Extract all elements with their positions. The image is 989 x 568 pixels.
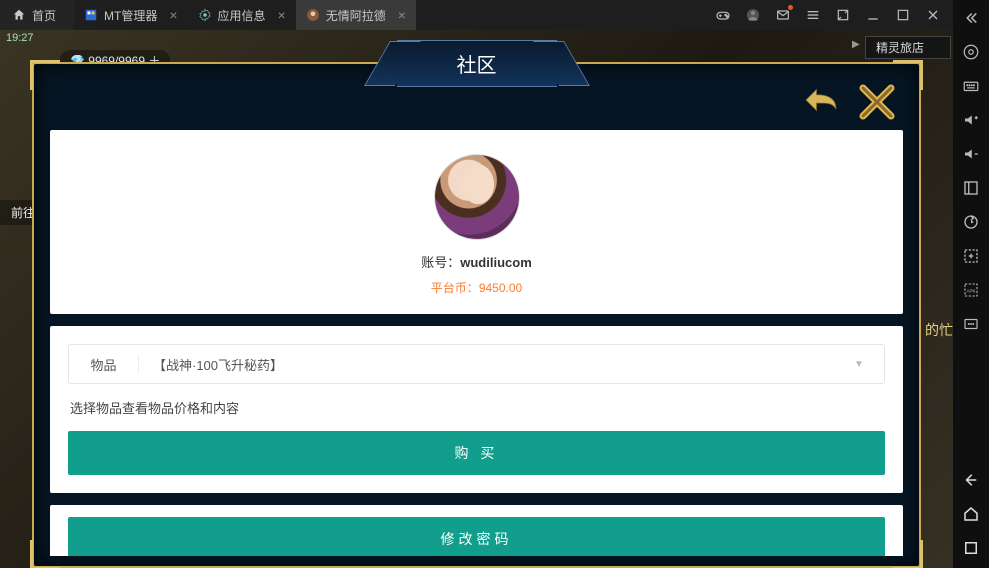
password-card: 修改密码 (50, 505, 903, 556)
hud-banner[interactable]: 精灵旅店 (865, 36, 951, 59)
purchase-card: 物品 【战神·100飞升秘药】 ▼ 选择物品查看物品价格和内容 购 买 (50, 326, 903, 493)
item-selector[interactable]: 物品 【战神·100飞升秘药】 ▼ (68, 344, 885, 384)
hud-time: 19:27 (6, 32, 34, 44)
keyboard-icon[interactable] (961, 76, 981, 96)
shrink-icon[interactable] (835, 7, 851, 23)
close-window-icon[interactable] (925, 7, 941, 23)
tab-home-label: 首页 (32, 7, 56, 24)
recent-icon[interactable] (961, 538, 981, 558)
gamepad-icon[interactable] (715, 7, 731, 23)
buy-button[interactable]: 购 买 (68, 431, 885, 475)
item-hint: 选择物品查看物品价格和内容 (68, 384, 885, 431)
emulator-side-rail: APK (953, 0, 989, 568)
rotate-icon[interactable] (961, 212, 981, 232)
game-icon (306, 8, 320, 22)
home-nav-icon[interactable] (961, 504, 981, 524)
coin-value: 9450.00 (479, 281, 522, 295)
change-password-button[interactable]: 修改密码 (68, 517, 885, 556)
coin-label: 平台币： (431, 281, 479, 295)
emulator-titlebar: 首页 MT管理器 × 应用信息 × (0, 0, 953, 30)
add-icon[interactable] (961, 246, 981, 266)
collapse-icon[interactable] (961, 8, 981, 28)
profile-card: 账号：wudiliucom 平台币：9450.00 (50, 130, 903, 314)
tab-label: MT管理器 (104, 7, 157, 24)
item-selector-value: 【战神·100飞升秘药】 (139, 355, 854, 374)
tab-game[interactable]: 无情阿拉德 × (296, 0, 416, 30)
tab-strip: 首页 MT管理器 × 应用信息 × (0, 0, 703, 30)
dialog-close-button[interactable] (853, 78, 901, 126)
close-icon[interactable]: × (278, 7, 286, 23)
item-selector-label: 物品 (69, 355, 139, 374)
game-viewport: 19:27 💎 9969/9969 ＋ 前往 精灵旅店 的忙 社区 (0, 30, 953, 568)
dialog-title-wrap: 社区 (397, 40, 557, 87)
back-icon[interactable] (961, 470, 981, 490)
app-icon (84, 8, 98, 22)
refresh-button[interactable] (799, 80, 843, 120)
notification-icon[interactable] (775, 7, 791, 23)
hud-right-label: 的忙 (925, 320, 953, 340)
tab-label: 无情阿拉德 (326, 7, 386, 24)
fullscreen-icon[interactable] (961, 178, 981, 198)
volume-up-icon[interactable] (961, 110, 981, 130)
svg-text:APK: APK (966, 288, 975, 293)
gear-icon (198, 8, 212, 22)
avatar (434, 154, 520, 240)
apk-icon[interactable]: APK (961, 280, 981, 300)
tab-mt-manager[interactable]: MT管理器 × (74, 0, 188, 30)
account-label: 账号： (421, 255, 460, 270)
home-icon (12, 8, 26, 22)
maximize-icon[interactable] (895, 7, 911, 23)
account-line: 账号：wudiliucom (68, 252, 885, 271)
close-icon[interactable]: × (398, 7, 406, 23)
dialog-body: 账号：wudiliucom 平台币：9450.00 物品 【战神·100飞升秘药… (50, 130, 903, 556)
minimize-icon[interactable] (865, 7, 881, 23)
dialog-title: 社区 (397, 40, 557, 87)
more-icon[interactable] (961, 314, 981, 334)
window-controls (703, 7, 953, 23)
community-dialog: 社区 账号：wudiliucom 平台币：9450.00 (32, 62, 921, 568)
volume-down-icon[interactable] (961, 144, 981, 164)
tab-label: 应用信息 (218, 7, 266, 24)
coin-line: 平台币：9450.00 (68, 279, 885, 296)
menu-icon[interactable] (805, 7, 821, 23)
user-icon[interactable] (745, 7, 761, 23)
chevron-down-icon: ▼ (854, 359, 884, 370)
tab-app-info[interactable]: 应用信息 × (188, 0, 296, 30)
close-icon[interactable]: × (169, 7, 177, 23)
account-value: wudiliucom (460, 255, 532, 270)
tab-home[interactable]: 首页 (0, 0, 74, 30)
settings-icon[interactable] (961, 42, 981, 62)
